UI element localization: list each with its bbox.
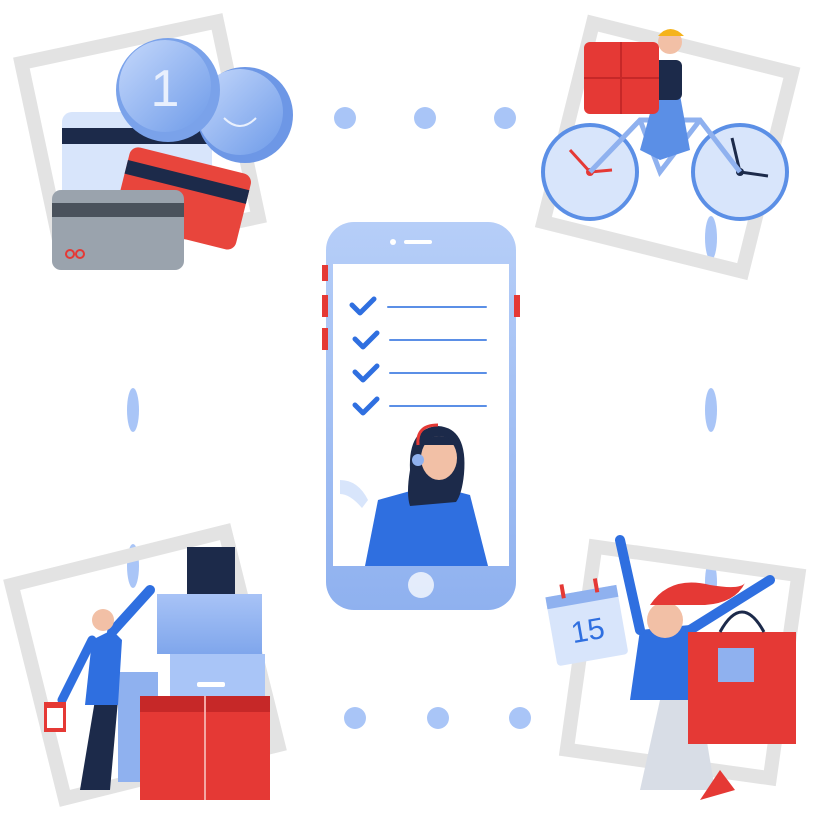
delivery-bicycle-illustration	[534, 14, 801, 281]
connector-dots-top	[334, 107, 516, 129]
gift-boxes-illustration	[3, 523, 287, 807]
phone-illustration	[322, 222, 520, 610]
happy-shopper-illustration: 15	[545, 535, 807, 800]
main-illustration: 1 15	[3, 13, 807, 807]
connector-dots-bottom	[344, 707, 531, 729]
connector-dots-right	[705, 216, 717, 604]
coins-and-cards-illustration: 1	[13, 13, 293, 270]
coin-symbol: 1	[151, 60, 180, 118]
calendar-day: 15	[569, 612, 608, 650]
